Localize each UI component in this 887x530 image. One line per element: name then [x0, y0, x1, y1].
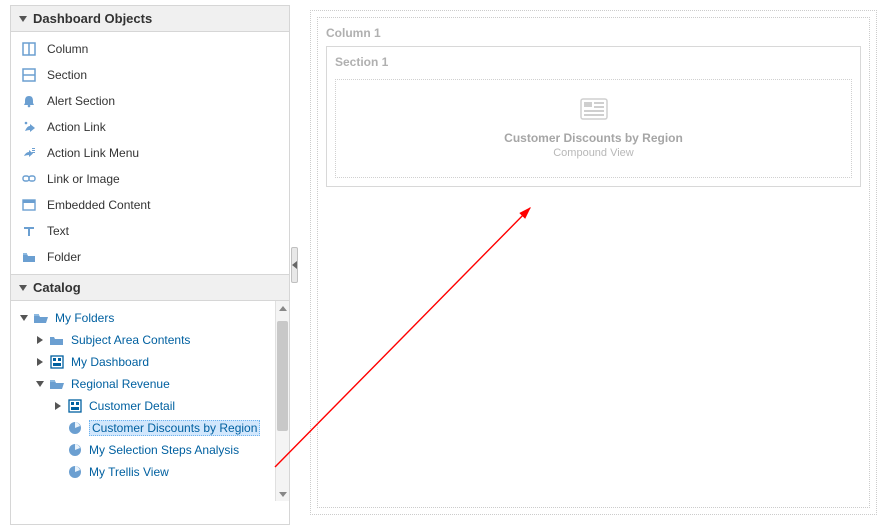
folder-open-icon: [49, 376, 65, 392]
tree-node-regional-revenue[interactable]: Regional Revenue: [17, 373, 283, 395]
twisty-icon[interactable]: [35, 381, 45, 387]
object-label: Alert Section: [47, 94, 115, 108]
object-action-link-menu[interactable]: Action Link Menu: [11, 140, 289, 166]
analysis-icon: [67, 442, 83, 458]
section-icon: [21, 67, 37, 83]
tree-label: Customer Discounts by Region: [89, 420, 260, 436]
object-embedded-content[interactable]: Embedded Content: [11, 192, 289, 218]
section-dropzone[interactable]: Customer Discounts by Region Compound Vi…: [335, 79, 852, 178]
splitter-handle-icon[interactable]: [291, 247, 298, 283]
left-panel: Dashboard Objects Column Section Alert S…: [10, 5, 290, 525]
object-column[interactable]: Column: [11, 36, 289, 62]
twisty-icon[interactable]: [19, 315, 29, 321]
object-folder[interactable]: Folder: [11, 244, 289, 270]
bell-icon: [21, 93, 37, 109]
tree-node-my-folders[interactable]: My Folders: [17, 307, 283, 329]
tree-node-customer-detail[interactable]: Customer Detail: [17, 395, 283, 417]
canvas-column[interactable]: Column 1 Section 1 Customer Discounts by…: [317, 17, 870, 508]
object-label: Folder: [47, 250, 81, 264]
column-icon: [21, 41, 37, 57]
tree-node-customer-discounts[interactable]: Customer Discounts by Region: [17, 417, 283, 439]
folder-icon: [49, 332, 65, 348]
run-menu-icon: [21, 145, 37, 161]
folder-icon: [21, 249, 37, 265]
catalog-header[interactable]: Catalog: [11, 274, 289, 301]
scroll-thumb[interactable]: [277, 321, 288, 431]
object-label: Column: [47, 42, 88, 56]
object-label: Embedded Content: [47, 198, 150, 212]
analysis-icon: [67, 464, 83, 480]
tree-label: My Folders: [55, 311, 114, 325]
object-label: Text: [47, 224, 69, 238]
tree-label: My Dashboard: [71, 355, 149, 369]
section-title: Section 1: [335, 55, 852, 69]
twisty-icon[interactable]: [35, 358, 45, 366]
scroll-up-icon[interactable]: [276, 301, 289, 315]
folder-open-icon: [33, 310, 49, 326]
embed-icon: [21, 197, 37, 213]
chevron-down-icon: [19, 285, 27, 291]
tree-label: My Selection Steps Analysis: [89, 443, 239, 457]
chevron-down-icon: [19, 16, 27, 22]
object-action-link[interactable]: Action Link: [11, 114, 289, 140]
object-label: Action Link: [47, 120, 106, 134]
drop-title: Customer Discounts by Region: [346, 131, 841, 145]
tree-label: My Trellis View: [89, 465, 169, 479]
report-icon: [580, 98, 608, 123]
dashboard-icon: [67, 398, 83, 414]
object-label: Action Link Menu: [47, 146, 139, 160]
twisty-icon[interactable]: [35, 336, 45, 344]
object-section[interactable]: Section: [11, 62, 289, 88]
tree-label: Regional Revenue: [71, 377, 170, 391]
tree-scrollbar[interactable]: [275, 301, 289, 501]
text-icon: [21, 223, 37, 239]
tree-label: Subject Area Contents: [71, 333, 190, 347]
object-label: Section: [47, 68, 87, 82]
analysis-icon: [67, 420, 83, 436]
object-label: Link or Image: [47, 172, 120, 186]
object-alert-section[interactable]: Alert Section: [11, 88, 289, 114]
object-link-image[interactable]: Link or Image: [11, 166, 289, 192]
tree-label: Customer Detail: [89, 399, 175, 413]
run-icon: [21, 119, 37, 135]
twisty-icon[interactable]: [53, 402, 63, 410]
dashboard-icon: [49, 354, 65, 370]
column-title: Column 1: [326, 26, 861, 40]
panel-splitter[interactable]: [290, 5, 299, 525]
dashboard-canvas: Column 1 Section 1 Customer Discounts by…: [310, 10, 877, 515]
canvas-section[interactable]: Section 1 Customer Discounts by Region C…: [326, 46, 861, 187]
scroll-down-icon[interactable]: [276, 487, 289, 501]
dashboard-objects-list: Column Section Alert Section Action Link…: [11, 32, 289, 274]
link-icon: [21, 171, 37, 187]
tree-node-subject-area[interactable]: Subject Area Contents: [17, 329, 283, 351]
object-text[interactable]: Text: [11, 218, 289, 244]
tree-node-trellis[interactable]: My Trellis View: [17, 461, 283, 483]
dashboard-objects-header[interactable]: Dashboard Objects: [11, 6, 289, 32]
catalog-tree: My Folders Subject Area Contents My Dash…: [11, 301, 289, 501]
drop-subtitle: Compound View: [346, 147, 841, 159]
tree-node-selection-steps[interactable]: My Selection Steps Analysis: [17, 439, 283, 461]
tree-node-my-dashboard[interactable]: My Dashboard: [17, 351, 283, 373]
catalog-title: Catalog: [33, 280, 81, 295]
dashboard-objects-title: Dashboard Objects: [33, 11, 152, 26]
